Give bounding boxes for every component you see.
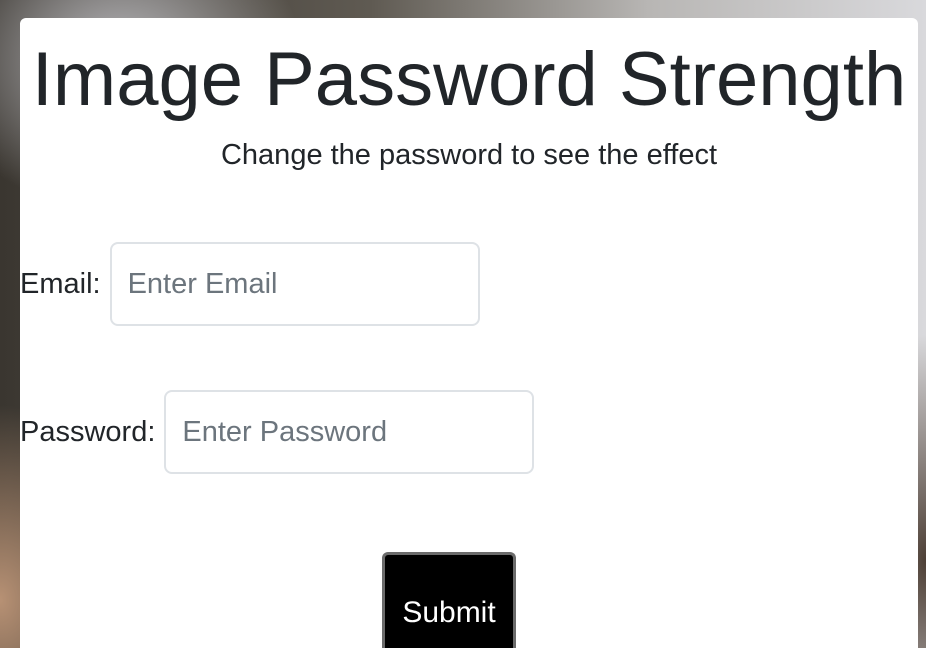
email-input[interactable]: [109, 242, 480, 326]
email-label: Email:: [20, 267, 101, 300]
email-row: Email:: [20, 242, 480, 326]
page-title: Image Password Strength: [31, 37, 907, 122]
submit-button[interactable]: Submit: [382, 552, 516, 648]
password-input[interactable]: [164, 390, 535, 474]
page-subtitle: Change the password to see the effect: [220, 139, 718, 171]
password-label: Password:: [20, 415, 156, 448]
password-row: Password:: [20, 390, 535, 474]
